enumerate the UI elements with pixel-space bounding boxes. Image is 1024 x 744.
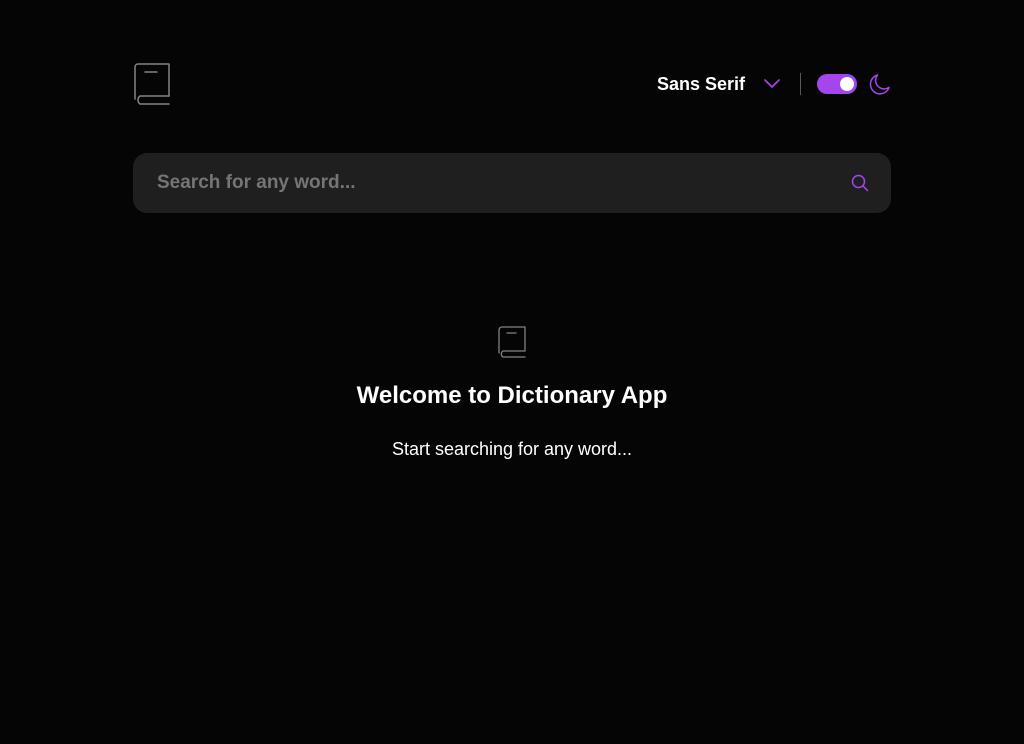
header-divider (800, 73, 801, 95)
dictionary-app: Sans Serif Welcome to Dictio (0, 0, 1024, 744)
chevron-down-icon (764, 79, 780, 88)
header-controls: Sans Serif (657, 62, 891, 106)
welcome-subtitle: Start searching for any word... (391, 439, 633, 459)
toggle-knob (840, 77, 854, 91)
welcome-panel: Welcome to Dictionary App Start searchin… (0, 326, 1024, 461)
font-selector-label: Sans Serif (656, 73, 745, 94)
moon-icon (869, 74, 890, 95)
book-icon[interactable] (133, 63, 171, 105)
theme-toggle[interactable] (817, 74, 857, 94)
font-selector[interactable]: Sans Serif (657, 74, 780, 95)
search-icon[interactable] (851, 174, 869, 192)
search-bar (133, 153, 891, 213)
search-input[interactable] (133, 153, 833, 213)
book-icon (498, 326, 526, 358)
welcome-title: Welcome to Dictionary App (356, 382, 668, 409)
header: Sans Serif (133, 62, 891, 106)
